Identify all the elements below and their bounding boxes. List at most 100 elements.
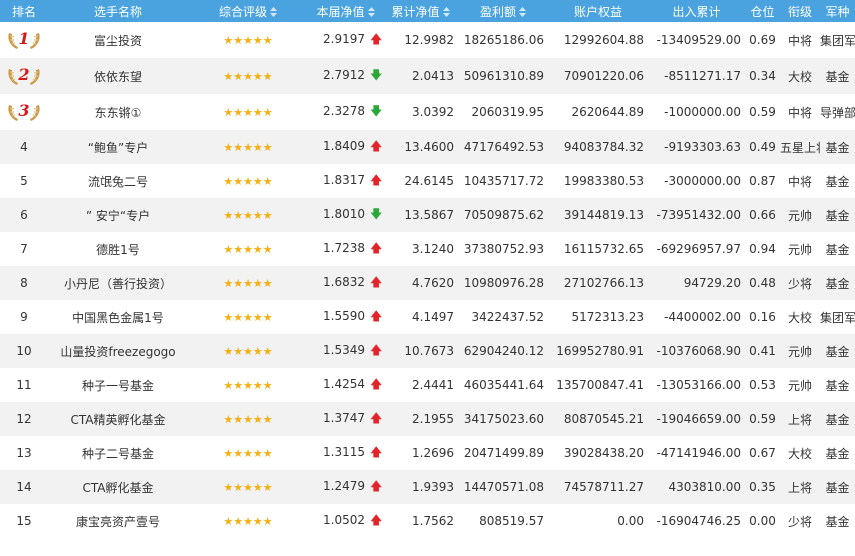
branch-cell: 基金 bbox=[825, 446, 850, 461]
header-profit[interactable]: 盈利额 bbox=[458, 0, 548, 22]
star-icon: ★★★★★ bbox=[223, 106, 273, 119]
rank-title-cell: 大校 bbox=[787, 310, 812, 325]
table-row[interactable]: 6 ” 安宁“专户 ★★★★★ 1.8010 🡇 13.5867 70509875.62 39… bbox=[0, 198, 855, 232]
table-row[interactable]: 2 依依东望 ★★★★★ 2.7912 🡇 2.0413 50961310.89 709012… bbox=[0, 58, 855, 94]
branch-cell: 基金 bbox=[825, 174, 850, 189]
position-cell: 0.67 bbox=[749, 446, 776, 460]
header-cum-nav[interactable]: 累计净值 bbox=[383, 0, 458, 22]
arrow-up-icon: 🡅 bbox=[370, 274, 383, 289]
player-name-link[interactable]: “鲍鱼”专户 bbox=[48, 130, 188, 164]
table-row[interactable]: 12 CTA精英孵化基金 ★★★★★ 1.3747 🡅 2.1955 34175023.60… bbox=[0, 402, 855, 436]
star-icon: ★★★★★ bbox=[223, 175, 273, 188]
rank-cell: 8 bbox=[20, 276, 28, 290]
player-name-link[interactable]: 康宝亮资产壹号 bbox=[48, 504, 188, 538]
rank-number: 1 bbox=[18, 29, 30, 48]
flow-cell: -1000000.00 bbox=[664, 105, 741, 119]
nav-cell: 2.7912 🡇 bbox=[308, 58, 383, 94]
table-row[interactable]: 10 山量投资freezegogo ★★★★★ 1.5349 🡅 10.7673 62904… bbox=[0, 334, 855, 368]
rank-cell: 10 bbox=[16, 344, 32, 358]
table-row[interactable]: 3 东东锵① ★★★★★ 2.3278 🡇 3.0392 2060319.95 2620644… bbox=[0, 94, 855, 130]
player-name-link[interactable]: 种子一号基金 bbox=[48, 368, 188, 402]
player-name-link[interactable]: 小丹尼（善行投资） bbox=[48, 266, 188, 300]
branch-cell: 基金 bbox=[825, 480, 850, 495]
nav-value: 1.5590 bbox=[323, 308, 365, 323]
player-name-link[interactable]: 山量投资freezegogo bbox=[48, 334, 188, 368]
rank-title-cell: 元帅 bbox=[787, 208, 812, 223]
player-name-link[interactable]: 种子二号基金 bbox=[48, 436, 188, 470]
header-nav[interactable]: 本届净值 bbox=[308, 0, 383, 22]
equity-cell: 39144819.13 bbox=[563, 208, 644, 222]
equity-cell: 0.00 bbox=[617, 514, 644, 528]
player-name-link[interactable]: 东东锵① bbox=[48, 94, 188, 130]
equity-cell: 39028438.20 bbox=[563, 446, 644, 460]
header-equity: 账户权益 bbox=[548, 0, 648, 22]
profit-cell: 2060319.95 bbox=[471, 105, 544, 119]
header-rating[interactable]: 综合评级 bbox=[188, 0, 308, 22]
rank-cell: 2 bbox=[0, 58, 48, 94]
arrow-up-icon: 🡅 bbox=[370, 376, 383, 391]
table-row[interactable]: 7 德胜1号 ★★★★★ 1.7238 🡅 3.1240 37380752.93 161157… bbox=[0, 232, 855, 266]
nav-cell: 2.3278 🡇 bbox=[308, 94, 383, 130]
rank-title-cell: 大校 bbox=[787, 446, 812, 461]
laurel-medal-icon: 3 bbox=[5, 101, 43, 123]
rank-title-cell: 上将 bbox=[787, 412, 812, 427]
arrow-up-icon: 🡅 bbox=[370, 478, 383, 493]
position-cell: 0.35 bbox=[749, 480, 776, 494]
rank-title-cell: 元帅 bbox=[787, 242, 812, 257]
cum-nav-cell: 13.5867 bbox=[404, 208, 454, 222]
player-name-link[interactable]: CTA孵化基金 bbox=[48, 470, 188, 504]
flow-cell: -73951432.00 bbox=[656, 208, 742, 222]
flow-cell: -3000000.00 bbox=[664, 174, 741, 188]
player-name-link[interactable]: 德胜1号 bbox=[48, 232, 188, 266]
table-row[interactable]: 15 康宝亮资产壹号 ★★★★★ 1.0502 🡅 1.7562 808519.57 0.00… bbox=[0, 504, 855, 538]
star-icon: ★★★★★ bbox=[223, 243, 273, 256]
equity-cell: 169952780.91 bbox=[556, 344, 644, 358]
table-row[interactable]: 1 富尘投资 ★★★★★ 2.9197 🡅 12.9982 18265186.06 12992… bbox=[0, 22, 855, 58]
player-name-link[interactable]: ” 安宁“专户 bbox=[48, 198, 188, 232]
table-row[interactable]: 8 小丹尼（善行投资） ★★★★★ 1.6832 🡅 4.7620 10980976.28 2… bbox=[0, 266, 855, 300]
nav-cell: 1.3747 🡅 bbox=[308, 402, 383, 436]
branch-cell: 导弹部队 bbox=[820, 105, 855, 120]
header-name: 选手名称 bbox=[48, 0, 188, 22]
player-name-link[interactable]: 富尘投资 bbox=[48, 22, 188, 58]
nav-cell: 1.8317 🡅 bbox=[308, 164, 383, 198]
table-row[interactable]: 5 流氓兔二号 ★★★★★ 1.8317 🡅 24.6145 10435717.72 1998… bbox=[0, 164, 855, 198]
nav-value: 1.3115 bbox=[323, 444, 365, 459]
header-rank-title: 衔级 bbox=[780, 0, 820, 22]
table-row[interactable]: 14 CTA孵化基金 ★★★★★ 1.2479 🡅 1.9393 14470571.08 74… bbox=[0, 470, 855, 504]
table-row[interactable]: 13 种子二号基金 ★★★★★ 1.3115 🡅 1.2696 20471499.89 390… bbox=[0, 436, 855, 470]
cum-nav-cell: 3.1240 bbox=[412, 242, 454, 256]
rank-title-cell: 少将 bbox=[787, 514, 812, 529]
player-name-link[interactable]: 中国黑色金属1号 bbox=[48, 300, 188, 334]
star-icon: ★★★★★ bbox=[223, 34, 273, 47]
rank-cell: 12 bbox=[16, 412, 32, 426]
rank-cell: 1 bbox=[0, 22, 48, 58]
rank-title-cell: 中将 bbox=[787, 105, 812, 120]
arrow-up-icon: 🡅 bbox=[370, 512, 383, 527]
nav-value: 2.9197 bbox=[323, 31, 365, 46]
rank-cell: 5 bbox=[20, 174, 28, 188]
arrow-up-icon: 🡅 bbox=[370, 31, 383, 46]
player-name-link[interactable]: CTA精英孵化基金 bbox=[48, 402, 188, 436]
nav-cell: 1.8010 🡇 bbox=[308, 198, 383, 232]
cum-nav-cell: 4.7620 bbox=[412, 276, 454, 290]
nav-cell: 1.5349 🡅 bbox=[308, 334, 383, 368]
rating-cell: ★★★★★ bbox=[188, 504, 308, 538]
table-row[interactable]: 9 中国黑色金属1号 ★★★★★ 1.5590 🡅 4.1497 3422437.52 517… bbox=[0, 300, 855, 334]
cum-nav-cell: 1.2696 bbox=[412, 446, 454, 460]
table-row[interactable]: 11 种子一号基金 ★★★★★ 1.4254 🡅 2.4441 46035441.64 135… bbox=[0, 368, 855, 402]
rank-title-cell: 少将 bbox=[787, 276, 812, 291]
position-cell: 0.59 bbox=[749, 412, 776, 426]
table-row[interactable]: 4 “鲍鱼”专户 ★★★★★ 1.8409 🡅 13.4600 47176492.53 940… bbox=[0, 130, 855, 164]
branch-cell: 基金 bbox=[825, 140, 850, 155]
star-icon: ★★★★★ bbox=[223, 70, 273, 83]
position-cell: 0.48 bbox=[749, 276, 776, 290]
arrow-up-icon: 🡅 bbox=[370, 410, 383, 425]
position-cell: 0.94 bbox=[749, 242, 776, 256]
flow-cell: -16904746.25 bbox=[656, 514, 742, 528]
player-name-link[interactable]: 依依东望 bbox=[48, 58, 188, 94]
header-branch: 军种 bbox=[820, 0, 855, 22]
star-icon: ★★★★★ bbox=[223, 379, 273, 392]
star-icon: ★★★★★ bbox=[223, 209, 273, 222]
player-name-link[interactable]: 流氓兔二号 bbox=[48, 164, 188, 198]
